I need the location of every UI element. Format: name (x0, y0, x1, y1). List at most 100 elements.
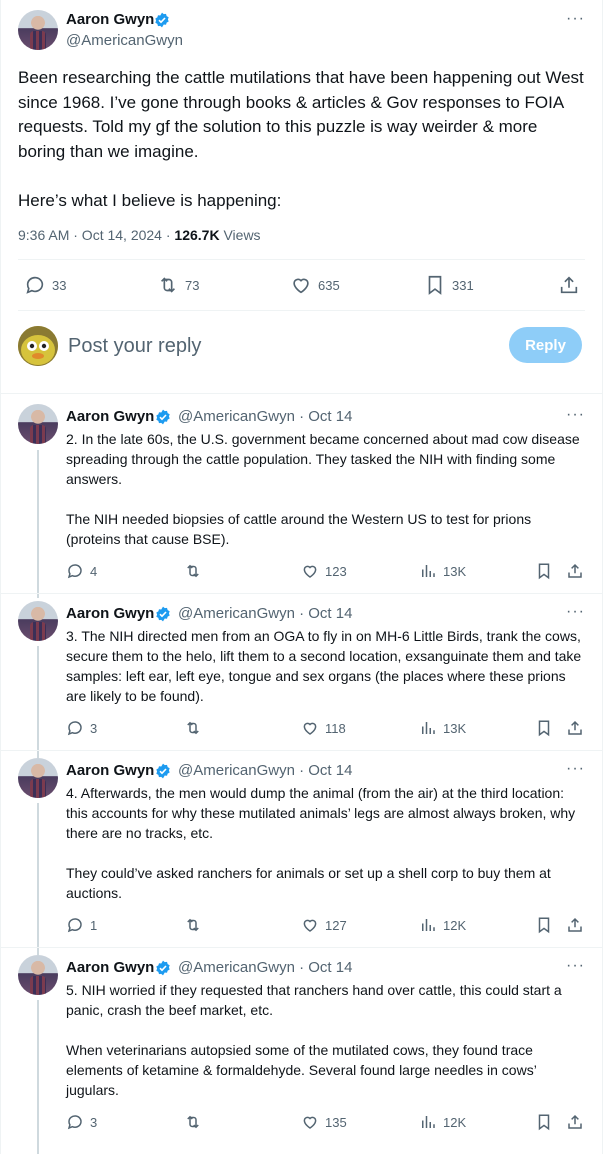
reply-action[interactable]: 4 (66, 562, 97, 580)
retweet-icon (187, 918, 199, 932)
thread-connector (37, 1000, 39, 1154)
verified-badge-icon (156, 409, 170, 425)
retweet-action[interactable] (184, 562, 208, 580)
like-action[interactable]: 127 (301, 916, 347, 934)
thread-handle-date[interactable]: @AmericanGwyn · Oct 14 (178, 762, 352, 779)
share-action[interactable] (566, 916, 590, 934)
divider (0, 593, 603, 594)
verified-badge-icon (156, 606, 170, 622)
retweet-icon (187, 564, 199, 578)
divider (0, 947, 603, 948)
bookmark-icon (538, 720, 550, 737)
thread-author-name[interactable]: Aaron Gwyn (66, 605, 154, 622)
more-options-icon[interactable]: ··· (566, 603, 585, 621)
share-icon (560, 276, 578, 294)
reply-action[interactable]: 3 (66, 1113, 97, 1131)
main-author-avatar[interactable] (18, 10, 58, 50)
analytics-icon (422, 1116, 435, 1128)
analytics-icon (422, 919, 435, 931)
share-action[interactable] (566, 1113, 590, 1131)
views-action[interactable]: 12K (419, 1113, 466, 1131)
share-icon (568, 563, 582, 578)
bookmark-action[interactable] (535, 562, 559, 580)
more-options-icon[interactable]: ··· (566, 957, 585, 975)
divider (0, 750, 603, 751)
thread-avatar[interactable] (18, 404, 58, 444)
thread-text: 3. The NIH directed men from an OGA to f… (66, 628, 586, 704)
share-icon (568, 720, 582, 735)
thread-avatar[interactable] (18, 955, 58, 995)
more-options-icon[interactable]: ··· (566, 406, 585, 424)
view-count: 126.7K (174, 227, 220, 243)
bookmark-icon (428, 275, 442, 295)
views-label: Views (219, 227, 261, 243)
reply-input[interactable]: Post your reply (68, 335, 201, 358)
verified-badge-icon (155, 12, 169, 28)
share-action[interactable] (566, 719, 590, 737)
bookmark-action[interactable]: 331 (424, 274, 474, 296)
analytics-icon (422, 722, 435, 734)
main-author-name[interactable]: Aaron Gwyn (66, 11, 154, 28)
bookmark-action[interactable] (535, 719, 559, 737)
thread-handle-date[interactable]: @AmericanGwyn · Oct 14 (178, 408, 352, 425)
share-icon (568, 1114, 582, 1129)
thread-author-name[interactable]: Aaron Gwyn (66, 762, 154, 779)
reply-icon (26, 276, 44, 294)
tweet-timestamp[interactable]: 9:36 AM · Oct 14, 2024 · (18, 227, 174, 243)
retweet-icon (187, 1115, 199, 1129)
retweet-action[interactable] (184, 719, 208, 737)
retweet-action[interactable] (184, 916, 208, 934)
thread-handle-date[interactable]: @AmericanGwyn · Oct 14 (178, 959, 352, 976)
more-options-icon[interactable]: ··· (566, 10, 585, 28)
heart-icon (303, 919, 317, 932)
bookmark-icon (538, 1114, 550, 1131)
thread-text: 4. Afterwards, the men would dump the an… (66, 785, 576, 901)
bookmark-icon (538, 563, 550, 580)
views-action[interactable]: 13K (419, 719, 466, 737)
like-action[interactable]: 118 (301, 719, 346, 737)
thread-avatar[interactable] (18, 758, 58, 798)
retweet-action[interactable] (184, 1113, 208, 1131)
retweet-icon (187, 721, 199, 735)
reply-icon (67, 564, 82, 579)
verified-badge-icon (156, 763, 170, 779)
retweet-action[interactable]: 73 (157, 274, 199, 296)
current-user-avatar (18, 326, 58, 366)
share-action[interactable] (566, 562, 590, 580)
bookmark-action[interactable] (535, 916, 559, 934)
more-options-icon[interactable]: ··· (566, 760, 585, 778)
thread-author-name[interactable]: Aaron Gwyn (66, 408, 154, 425)
main-tweet-meta: 9:36 AM · Oct 14, 2024 · 126.7K Views (18, 227, 261, 243)
reply-action[interactable]: 3 (66, 719, 97, 737)
thread-handle-date[interactable]: @AmericanGwyn · Oct 14 (178, 605, 352, 622)
thread-author-name[interactable]: Aaron Gwyn (66, 959, 154, 976)
verified-badge-icon (156, 960, 170, 976)
like-action[interactable]: 635 (290, 274, 340, 296)
reply-icon (67, 1115, 82, 1130)
divider (18, 259, 585, 260)
thread-connector (37, 450, 39, 598)
thread-connector (37, 646, 39, 758)
analytics-icon (422, 565, 435, 577)
divider (0, 393, 603, 394)
thread-text: 5. NIH worried if they requested that ra… (66, 982, 562, 1098)
views-action[interactable]: 12K (419, 916, 466, 934)
bookmark-action[interactable] (535, 1113, 559, 1131)
reply-button[interactable]: Reply (509, 327, 582, 363)
share-action[interactable] (558, 274, 586, 296)
thread-avatar[interactable] (18, 601, 58, 641)
main-author-handle[interactable]: @AmericanGwyn (66, 32, 183, 49)
like-action[interactable]: 123 (301, 562, 347, 580)
share-icon (568, 917, 582, 932)
retweet-icon (160, 277, 176, 293)
reply-action[interactable]: 1 (66, 916, 97, 934)
thread-text: 2. In the late 60s, the U.S. government … (66, 431, 580, 547)
thread-connector (37, 803, 39, 955)
duck-avatar-icon (18, 326, 58, 366)
heart-icon (303, 1116, 317, 1129)
reply-action[interactable]: 33 (24, 274, 66, 296)
like-action[interactable]: 135 (301, 1113, 347, 1131)
heart-icon (303, 722, 317, 735)
views-action[interactable]: 13K (419, 562, 466, 580)
main-tweet-text: Been researching the cattle mutilations … (18, 68, 584, 210)
